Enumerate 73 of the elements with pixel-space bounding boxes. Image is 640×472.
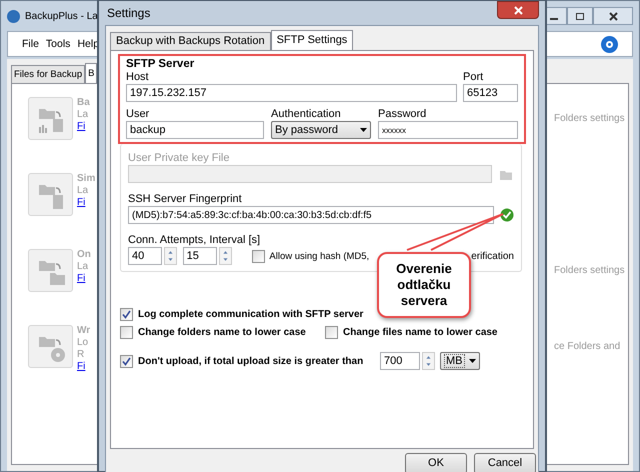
field-label: SSH Server Fingerprint — [128, 193, 243, 206]
spin-buttons[interactable] — [218, 247, 232, 265]
task-link[interactable]: Fi — [77, 197, 96, 209]
checkbox[interactable] — [120, 326, 133, 339]
task-note: ce Folders and — [554, 340, 622, 353]
host-field[interactable]: 197.15.232.157 — [126, 84, 457, 102]
task-icon[interactable] — [28, 249, 73, 292]
unit-dropdown[interactable]: MB — [440, 352, 480, 370]
password-field[interactable]: xxxxxx — [378, 121, 518, 139]
task-text: Ba — [77, 97, 90, 109]
fingerprint-field[interactable]: (MD5):b7:54:a5:89:3c:cf:ba:4b:00:ca:30:b3:5d:cb:df:f5 — [128, 206, 494, 224]
field-label: User — [126, 108, 150, 121]
task-note: Folders settings — [554, 112, 626, 125]
field-label: Conn. Attempts, Interval [s] — [128, 234, 262, 247]
close-button[interactable] — [497, 1, 539, 19]
checkbox[interactable] — [252, 250, 266, 262]
checkbox-label: Change files name to lower case — [343, 326, 498, 339]
task-icon[interactable] — [28, 173, 73, 216]
menu-item[interactable]: Tools — [46, 38, 70, 50]
task-icon[interactable] — [28, 97, 73, 140]
spin-buttons[interactable] — [164, 247, 177, 265]
tab[interactable]: Backup with Backups Rotation — [110, 32, 271, 50]
interval-field[interactable]: 15 — [182, 247, 217, 265]
app-logo-icon — [7, 10, 20, 22]
field-label: Password — [378, 108, 428, 121]
task-text: La — [77, 261, 90, 273]
dialog-title: Settings — [107, 6, 150, 20]
task-text: On — [77, 249, 91, 261]
checkbox-label: erification — [471, 250, 514, 262]
task-text: La — [77, 185, 90, 197]
task-text: La — [77, 109, 90, 121]
checkbox-label: Log complete communication with SFTP server — [138, 308, 364, 321]
task-link[interactable]: Fi — [77, 361, 90, 373]
task-link[interactable]: Fi — [77, 121, 90, 133]
close-icon — [514, 6, 522, 14]
checkbox-label: Don't upload, if total upload size is greater than — [138, 354, 364, 368]
caret-icon — [469, 359, 476, 363]
checkbox[interactable] — [120, 354, 133, 368]
task-note: Folders settings — [554, 264, 626, 277]
task-text: R — [77, 349, 86, 361]
spin-buttons[interactable] — [422, 352, 435, 370]
callout: Overenie odtlačku servera — [377, 252, 471, 318]
maximize-button[interactable] — [567, 7, 593, 25]
field-label: Host — [126, 71, 150, 84]
window-title: BackupPlus - La — [25, 10, 98, 22]
task-icon[interactable] — [28, 325, 73, 368]
app-logo-icon — [601, 36, 618, 52]
ok-button[interactable]: OK — [405, 453, 467, 472]
attempts-field[interactable]: 40 — [128, 247, 162, 265]
task-text: Sim — [77, 173, 96, 185]
close-icon — [608, 12, 618, 20]
field-label: User Private key File — [128, 152, 230, 165]
task-link[interactable]: Fi — [77, 273, 91, 285]
caret-icon — [360, 128, 367, 132]
tab[interactable]: B — [85, 63, 98, 83]
task-text: Wr — [77, 325, 90, 337]
cancel-button[interactable]: Cancel — [474, 453, 536, 472]
checkbox-label: Change folders name to lower case — [138, 326, 306, 339]
user-field[interactable]: backup — [126, 121, 264, 139]
size-limit-field[interactable]: 700 — [380, 352, 420, 370]
port-field[interactable]: 65123 — [463, 84, 518, 102]
checkbox-label: Allow using hash (MD5, — [269, 250, 370, 262]
group-title: SFTP Server — [126, 58, 196, 71]
field-label: Authentication — [271, 108, 342, 121]
field-label: Port — [463, 71, 484, 84]
close-button[interactable] — [593, 7, 633, 25]
tab[interactable]: Files for Backup — [11, 65, 86, 83]
checkbox[interactable] — [120, 308, 133, 321]
tab[interactable]: SFTP Settings — [270, 30, 354, 50]
task-text: Lo — [77, 337, 90, 349]
authentication-dropdown[interactable]: By password — [271, 121, 371, 139]
checkbox[interactable] — [325, 326, 338, 339]
menu-item[interactable]: File — [22, 38, 39, 50]
